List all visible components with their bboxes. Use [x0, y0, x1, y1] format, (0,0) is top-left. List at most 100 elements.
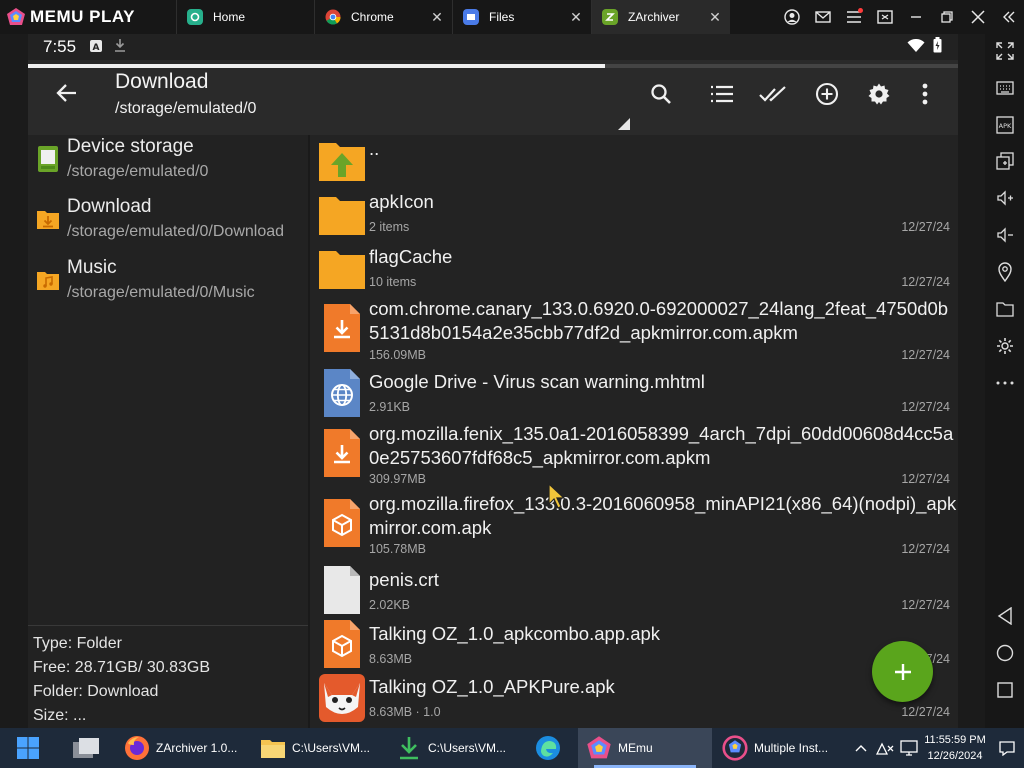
close-icon[interactable]: ✕	[708, 10, 722, 24]
search-icon[interactable]	[647, 80, 675, 108]
home-tab-icon	[187, 9, 203, 25]
list-item-file[interactable]: Google Drive - Virus scan warning.mhtml …	[310, 368, 958, 420]
more-icon[interactable]	[994, 372, 1016, 394]
app-bar: Download /storage/emulated/0	[28, 60, 958, 135]
taskbar-item-multi-instance[interactable]: Multiple Inst...	[718, 728, 848, 768]
back-arrow-icon[interactable]	[54, 80, 80, 106]
network-icon[interactable]	[874, 728, 896, 768]
keyboard-icon[interactable]	[994, 77, 1016, 99]
settings-icon[interactable]	[994, 335, 1016, 357]
taskbar-label: C:\Users\VM...	[292, 741, 371, 755]
app-thumbnail-icon	[319, 674, 365, 722]
android-screen: 7:55 A Download /storage/emulated/0 Devi…	[28, 34, 958, 728]
tray-overflow-icon[interactable]	[852, 728, 870, 768]
page-title: Download	[115, 70, 209, 93]
download-icon	[396, 735, 422, 761]
menu-icon[interactable]	[838, 0, 869, 34]
list-item-file[interactable]: Talking OZ_1.0_APKPure.apk 8.63MB · 1.0 …	[310, 673, 958, 728]
storage-item-download[interactable]: Download /storage/emulated/0/Download	[28, 195, 308, 253]
notification-a-icon: A	[90, 40, 102, 52]
file-name: apkIcon	[369, 191, 434, 212]
tab-zarchiver[interactable]: ZArchiver ✕	[591, 0, 730, 34]
volume-down-icon[interactable]	[994, 224, 1016, 246]
android-home-icon[interactable]	[994, 642, 1016, 664]
file-meta: 309.97MB	[369, 472, 426, 486]
list-item-folder[interactable]: flagCache 10 items 12/27/24	[310, 243, 958, 295]
close-icon[interactable]: ✕	[569, 10, 583, 24]
tab-files[interactable]: Files ✕	[452, 0, 591, 34]
status-time: 7:55	[43, 37, 77, 56]
android-recents-icon[interactable]	[994, 679, 1016, 701]
task-view-button[interactable]	[66, 728, 106, 768]
storage-item-device[interactable]: Device storage /storage/emulated/0	[28, 135, 308, 193]
folder-icon	[319, 251, 365, 289]
chrome-icon	[325, 9, 341, 25]
window-controls	[776, 0, 1024, 34]
storage-item-path: /storage/emulated/0/Download	[67, 223, 285, 240]
multi-instance-icon	[722, 735, 748, 761]
list-item-parent[interactable]: ..	[310, 135, 958, 185]
overflow-menu-icon[interactable]	[911, 80, 939, 108]
list-item-file[interactable]: Talking OZ_1.0_apkcombo.app.apk 8.63MB 1…	[310, 619, 958, 671]
file-name: Talking OZ_1.0_APKPure.apk	[369, 676, 615, 697]
file-date: 12/27/24	[901, 400, 950, 414]
mail-icon[interactable]	[807, 0, 838, 34]
current-path: /storage/emulated/0	[115, 100, 257, 117]
close-window-icon[interactable]	[962, 0, 993, 34]
taskbar-item-explorer[interactable]: C:\Users\VM...	[256, 728, 382, 768]
taskbar-clock[interactable]: 11:55:59 PM 12/26/2024	[920, 732, 990, 764]
list-item-file[interactable]: com.chrome.canary_133.0.6920.0-692000027…	[310, 297, 958, 367]
screen-mode-icon[interactable]	[869, 0, 900, 34]
taskbar-item-firefox[interactable]: ZArchiver 1.0...	[120, 728, 246, 768]
add-fab-button[interactable]	[872, 641, 933, 702]
multi-select-icon[interactable]	[759, 80, 787, 108]
path-corner-indicator	[618, 118, 630, 130]
memu-logo-icon	[7, 8, 25, 25]
file-meta: 156.09MB	[369, 348, 426, 362]
wifi-icon	[907, 39, 925, 52]
file-meta: 2 items	[369, 220, 410, 234]
battery-icon	[933, 37, 942, 53]
file-date: 12/27/24	[901, 275, 950, 289]
memu-brand: MEMU PLAY	[0, 0, 176, 34]
minimize-icon[interactable]	[900, 0, 931, 34]
display-icon[interactable]	[898, 728, 920, 768]
restore-icon[interactable]	[931, 0, 962, 34]
file-name: ..	[369, 138, 380, 159]
apk-install-icon[interactable]: APK	[994, 114, 1016, 136]
start-button[interactable]	[10, 728, 46, 768]
android-back-icon[interactable]	[994, 605, 1016, 627]
fullscreen-icon[interactable]	[994, 40, 1016, 62]
storage-item-path: /storage/emulated/0	[67, 163, 209, 180]
add-circle-icon[interactable]	[813, 80, 841, 108]
file-name: penis.crt	[369, 569, 439, 590]
shared-folder-icon[interactable]	[994, 298, 1016, 320]
gear-icon[interactable]	[865, 80, 893, 108]
list-item-file[interactable]: org.mozilla.fenix_135.0a1-2016058399_4ar…	[310, 422, 958, 492]
taskbar-item-downloads[interactable]: C:\Users\VM...	[392, 728, 518, 768]
tab-chrome[interactable]: Chrome ✕	[314, 0, 452, 34]
apk-file-icon	[324, 499, 360, 547]
tab-home[interactable]: Home	[176, 0, 314, 34]
list-view-icon[interactable]	[708, 80, 736, 108]
notifications-icon[interactable]	[994, 728, 1020, 768]
file-name: Talking OZ_1.0_apkcombo.app.apk	[369, 623, 661, 644]
taskbar-edge-button[interactable]	[528, 728, 568, 768]
file-name: org.mozilla.firefox_133.0.3-2016060958_m…	[369, 493, 957, 538]
edge-icon	[536, 736, 560, 760]
multi-window-icon[interactable]	[994, 150, 1016, 172]
list-item-file[interactable]: penis.crt 2.02KB 12/27/24	[310, 565, 958, 617]
svg-text:A: A	[93, 43, 100, 52]
task-view-icon	[73, 738, 99, 758]
list-item-folder[interactable]: apkIcon 2 items 12/27/24	[310, 189, 958, 241]
taskbar-item-memu[interactable]: MEmu	[578, 728, 712, 768]
collapse-sidebar-icon[interactable]	[993, 0, 1024, 34]
memu-icon	[586, 735, 612, 761]
storage-item-music[interactable]: Music /storage/emulated/0/Music	[28, 256, 308, 314]
account-icon[interactable]	[776, 0, 807, 34]
list-item-file[interactable]: org.mozilla.firefox_133.0.3-2016060958_m…	[310, 492, 958, 562]
info-folder: Folder: Download	[33, 683, 159, 700]
location-icon[interactable]	[994, 261, 1016, 283]
volume-up-icon[interactable]	[994, 187, 1016, 209]
close-icon[interactable]: ✕	[430, 10, 444, 24]
